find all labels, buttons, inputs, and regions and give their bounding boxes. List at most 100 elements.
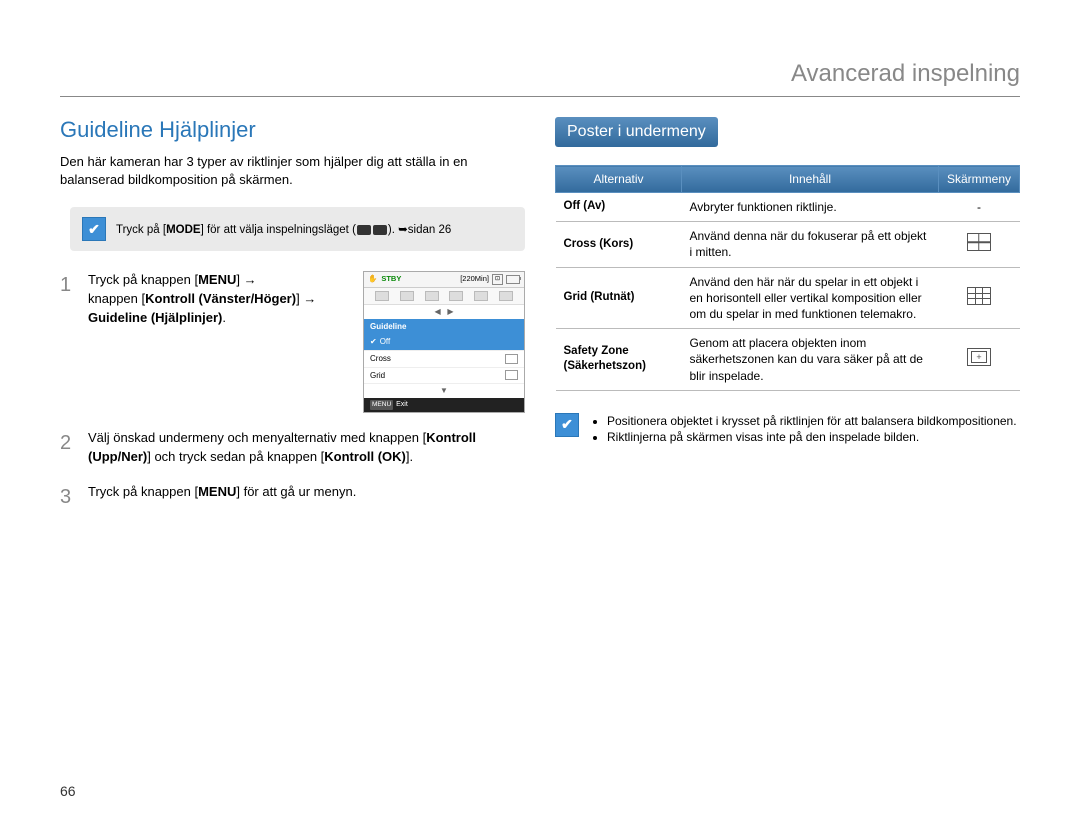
note-check-icon: ✔ [82, 217, 106, 241]
screen-mini-icon [499, 291, 513, 301]
screen-menu: ◀ ▶ Guideline ✔Off Cross [364, 305, 524, 398]
t: Tryck på knappen [ [88, 272, 198, 287]
safetyzone-guideline-icon [967, 348, 991, 366]
section-title: Guideline Hjälplinjer [60, 117, 525, 143]
tips-block: ✔ Positionera objektet i krysset på rikt… [555, 413, 1020, 447]
opt-icon-cell: - [938, 193, 1019, 222]
opt-icon-cell [938, 329, 1019, 391]
cross-mini-icon [505, 354, 518, 364]
submenu-header: Poster i undermeny [555, 117, 718, 147]
menu-title: Guideline [364, 319, 524, 335]
page: Avancerad inspelning Guideline Hjälplinj… [0, 0, 1080, 825]
tip-item: Positionera objektet i krysset på riktli… [607, 413, 1017, 430]
screen-icon-row [364, 288, 524, 305]
opt-name: Safety Zone (Säkerhetszon) [556, 329, 682, 391]
t: MENU [198, 484, 236, 499]
video-mode-icon [357, 225, 371, 235]
step-3-text: Tryck på knappen [MENU] för att gå ur me… [88, 483, 525, 512]
note-mode: MODE [166, 224, 201, 236]
hand-icon: ✋ [368, 274, 377, 285]
arrow-right-icon: → [244, 272, 257, 287]
th-skarmmeny: Skärmmeny [938, 166, 1019, 193]
step-1-text: Tryck på knappen [MENU] → knappen [Kontr… [88, 271, 355, 328]
arrow-right-icon: → [303, 291, 316, 306]
mode-note: ✔ Tryck på [MODE] för att välja inspelni… [70, 207, 525, 251]
options-table: Alternativ Innehåll Skärmmeny Off (Av) A… [555, 165, 1020, 391]
screen-status-bar: ✋ STBY [220Min] ⊡ [364, 272, 524, 288]
table-row: Cross (Kors) Använd denna när du fokuser… [556, 222, 1020, 267]
step-1: Tryck på knappen [MENU] → knappen [Kontr… [60, 271, 525, 413]
exit-label: Exit [396, 400, 408, 410]
menu-down-arrow: ▼ [364, 384, 524, 398]
t: ] för att gå ur menyn. [236, 484, 356, 499]
tips-list: Positionera objektet i krysset på riktli… [591, 413, 1017, 447]
t: Off [380, 337, 391, 346]
t: . [222, 310, 226, 325]
step-2: Välj önskad undermeny och menyalternativ… [60, 429, 525, 467]
time-remaining: [220Min] [460, 274, 489, 285]
page-number: 66 [60, 783, 76, 799]
step-3: Tryck på knappen [MENU] för att gå ur me… [60, 483, 525, 512]
note-seg: Tryck på [ [116, 224, 166, 236]
chapter-header: Avancerad inspelning [60, 60, 1020, 97]
stby-label: STBY [381, 274, 401, 285]
menu-option-cross: Cross [364, 351, 524, 368]
table-row: Grid (Rutnät) Använd den här när du spel… [556, 267, 1020, 329]
intro-text: Den här kameran har 3 typer av riktlinje… [60, 153, 525, 189]
t: ] [236, 272, 243, 287]
opt-desc: Använd den här när du spelar in ett obje… [682, 267, 939, 329]
step-2-text: Välj önskad undermeny och menyalternativ… [88, 429, 525, 467]
menu-option-grid: Grid [364, 368, 524, 385]
screen-mini-icon [449, 291, 463, 301]
left-column: Guideline Hjälplinjer Den här kameran ha… [60, 117, 525, 528]
right-column: Poster i undermeny Alternativ Innehåll S… [555, 117, 1020, 528]
menu-badge: MENU [370, 400, 393, 409]
note-seg: ] för att välja inspelningsläget ( [201, 224, 356, 236]
tip-info-icon: ✔ [555, 413, 579, 437]
grid-guideline-icon [967, 287, 991, 305]
screen-mini-icon [474, 291, 488, 301]
t: ]. [406, 449, 413, 464]
t: Välj önskad undermeny och menyalternativ… [88, 430, 426, 445]
menu-bottom-bar: MENU Exit [364, 398, 524, 412]
note-seg: ). [388, 224, 398, 236]
note-page-ref: sidan 26 [408, 224, 451, 236]
opt-name: Cross (Kors) [556, 222, 682, 267]
grid-mini-icon [505, 370, 518, 380]
table-row: Off (Av) Avbryter funktionen riktlinje. … [556, 193, 1020, 222]
th-alternativ: Alternativ [556, 166, 682, 193]
opt-name: Off (Av) [556, 193, 682, 222]
photo-mode-icon [373, 225, 387, 235]
card-icon: ⊡ [492, 274, 503, 285]
opt-name: Grid (Rutnät) [556, 267, 682, 329]
screen-mini-icon [400, 291, 414, 301]
opt-desc: Genom att placera objekten inom säkerhet… [682, 329, 939, 391]
t: ] och tryck sedan på knappen [ [147, 449, 324, 464]
t: Guideline (Hjälplinjer) [88, 310, 222, 325]
screen-mini-icon [425, 291, 439, 301]
table-row: Safety Zone (Säkerhetszon) Genom att pla… [556, 329, 1020, 391]
camera-screen-illustration: ✋ STBY [220Min] ⊡ [363, 271, 525, 413]
opt-desc: Använd denna när du fokuserar på ett obj… [682, 222, 939, 267]
t: knappen [ [88, 291, 145, 306]
page-ref-arrow-icon: ➥ [398, 222, 408, 236]
th-innehall: Innehåll [682, 166, 939, 193]
t: MENU [198, 272, 236, 287]
t: Tryck på knappen [ [88, 484, 198, 499]
t: Kontroll (OK) [324, 449, 406, 464]
check-icon: ✔ [370, 337, 377, 346]
steps-list: Tryck på knappen [MENU] → knappen [Kontr… [60, 271, 525, 511]
battery-icon [506, 275, 520, 284]
t: Cross [370, 353, 391, 365]
opt-icon-cell [938, 222, 1019, 267]
opt-icon-cell [938, 267, 1019, 329]
cross-guideline-icon [967, 233, 991, 251]
note-text: Tryck på [MODE] för att välja inspelning… [116, 222, 451, 236]
t: Kontroll (Vänster/Höger) [145, 291, 296, 306]
menu-option-off: ✔Off [364, 334, 524, 351]
opt-desc: Avbryter funktionen riktlinje. [682, 193, 939, 222]
screen-mini-icon [375, 291, 389, 301]
t: Grid [370, 370, 385, 382]
two-column-layout: Guideline Hjälplinjer Den här kameran ha… [60, 117, 1020, 528]
menu-nav-arrows: ◀ ▶ [364, 305, 524, 319]
